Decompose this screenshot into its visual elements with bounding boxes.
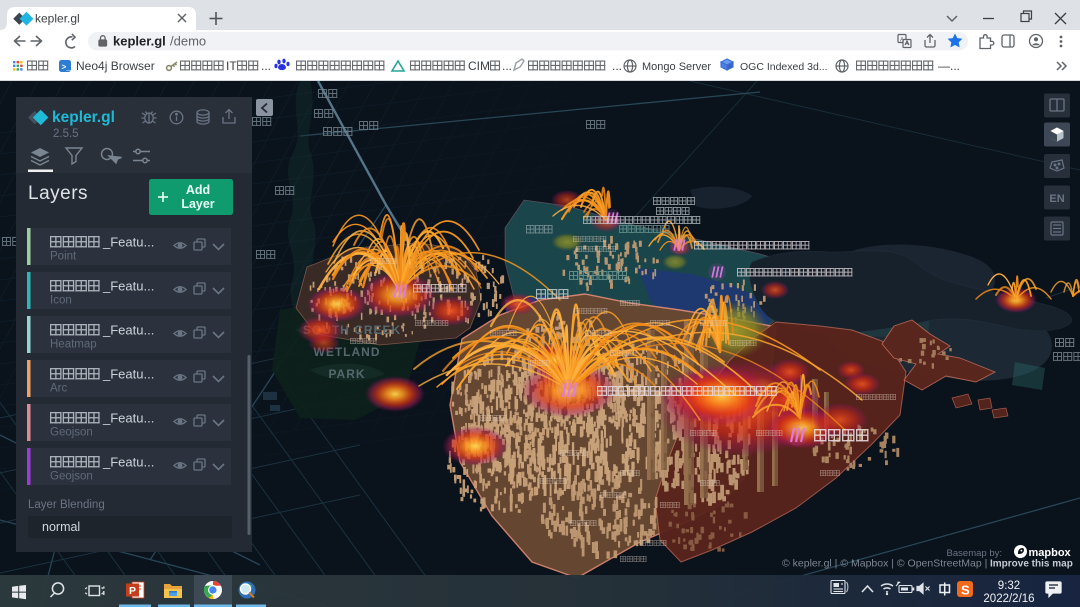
svg-text:9:32: 9:32	[998, 580, 1020, 592]
svg-text:P: P	[129, 585, 136, 597]
svg-text:S: S	[961, 583, 970, 598]
svg-text:2022/2/16: 2022/2/16	[983, 593, 1034, 605]
svg-text:Point: Point	[50, 251, 77, 263]
svg-text:OGC Indexed 3d...: OGC Indexed 3d...	[740, 61, 828, 73]
svg-text:Layer: Layer	[181, 197, 214, 211]
svg-text:...: ...	[261, 59, 271, 73]
svg-text:_Featu...: _Featu...	[102, 455, 154, 470]
svg-text:_Featu...: _Featu...	[102, 323, 154, 338]
svg-text:—...: —...	[938, 59, 960, 73]
svg-text:kepler.gl: kepler.gl	[52, 109, 115, 126]
svg-text:PARK: PARK	[328, 367, 365, 381]
svg-text:Add: Add	[186, 183, 210, 197]
svg-text:A: A	[900, 38, 904, 44]
svg-text:Mongo Server: Mongo Server	[642, 61, 711, 73]
svg-text:_Featu...: _Featu...	[102, 235, 154, 250]
svg-text:kepler.gl: kepler.gl	[35, 12, 80, 26]
svg-text:_Featu...: _Featu...	[102, 279, 154, 294]
svg-text:Layer Blending: Layer Blending	[28, 499, 105, 511]
svg-text:_Featu...: _Featu...	[102, 367, 154, 382]
svg-text:2.5.5: 2.5.5	[53, 128, 79, 140]
svg-text:Layers: Layers	[28, 183, 88, 204]
svg-text:© kepler.gl | © Mapbox | © Ope: © kepler.gl | © Mapbox | © OpenStreetMap…	[782, 558, 987, 570]
svg-text:Improve this map: Improve this map	[990, 559, 1073, 570]
svg-text:...: ...	[612, 59, 622, 73]
svg-text:Neo4j Browser: Neo4j Browser	[76, 59, 155, 73]
svg-text:>_: >_	[62, 64, 72, 73]
svg-text:Arc: Arc	[50, 383, 68, 395]
svg-text:Geojson: Geojson	[50, 427, 93, 439]
svg-text:CIM: CIM	[468, 59, 490, 73]
svg-text:_Featu...: _Featu...	[102, 411, 154, 426]
svg-text:IT: IT	[226, 59, 237, 73]
svg-text:kepler.gl: kepler.gl	[113, 34, 166, 49]
svg-text:Heatmap: Heatmap	[50, 339, 97, 351]
svg-text:Icon: Icon	[50, 295, 72, 307]
svg-text:normal: normal	[42, 520, 80, 534]
svg-text:...: ...	[502, 59, 512, 73]
svg-text:mapbox: mapbox	[1029, 547, 1072, 559]
svg-text:/demo: /demo	[170, 34, 206, 49]
svg-text:EN: EN	[1049, 193, 1064, 205]
svg-text:Geojson: Geojson	[50, 471, 93, 483]
